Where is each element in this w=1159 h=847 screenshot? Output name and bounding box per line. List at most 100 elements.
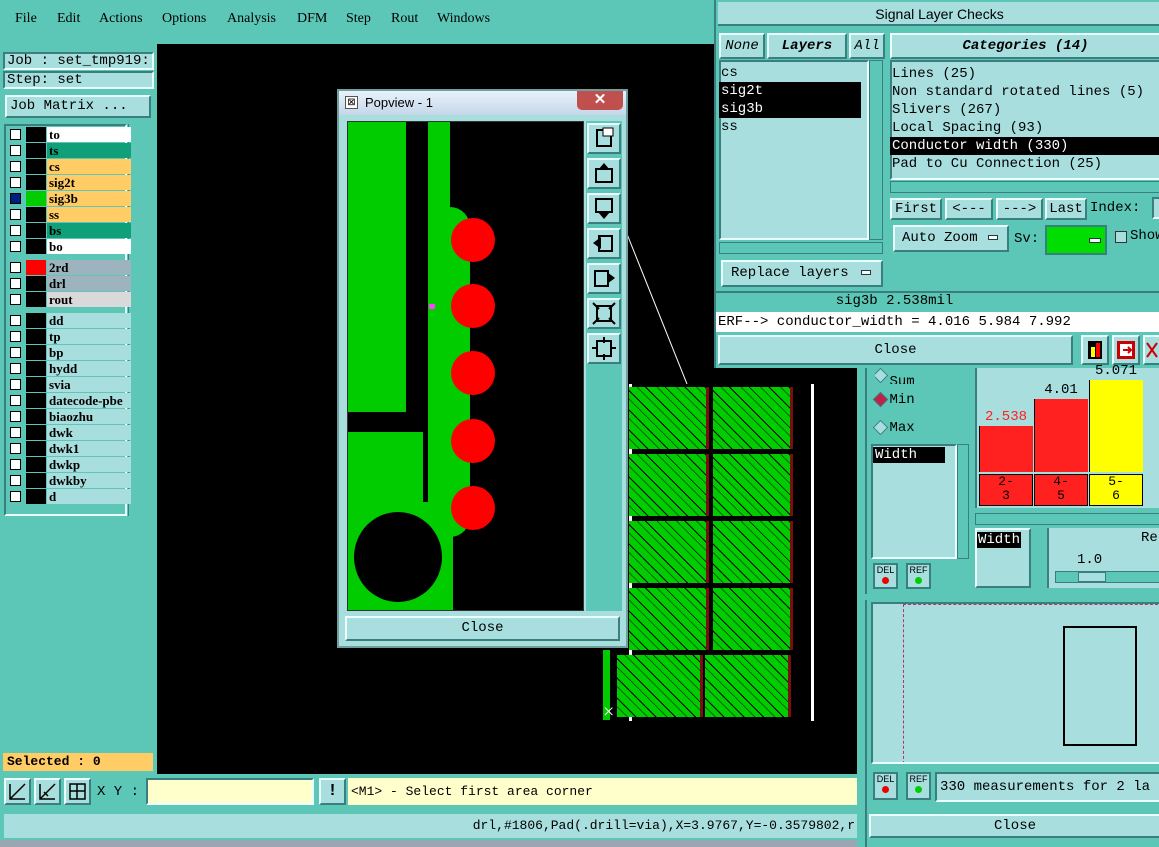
menu-dfm[interactable]: DFM — [297, 11, 327, 27]
option-min[interactable]: Min — [872, 392, 955, 410]
layer-row-tp[interactable]: tp — [8, 329, 131, 344]
pan-down-icon[interactable] — [587, 193, 621, 224]
category-item[interactable]: Pad to Cu Connection (25) — [890, 155, 1159, 173]
layer-row-dwk[interactable]: dwk — [8, 425, 131, 440]
zoom-home-icon[interactable] — [587, 123, 621, 154]
menu-options[interactable]: Options — [162, 11, 206, 27]
pan-right-icon[interactable] — [587, 263, 621, 294]
layer-checkbox[interactable] — [10, 475, 21, 486]
layer-checkbox[interactable] — [10, 443, 21, 454]
replace-layers-button[interactable]: Replace layers — [721, 260, 883, 287]
layer-row-biaozhu[interactable]: biaozhu — [8, 409, 131, 424]
width-list-item[interactable]: Width — [873, 447, 945, 463]
layer-row-ss[interactable]: ss — [8, 207, 131, 222]
export-icon[interactable] — [1112, 335, 1140, 365]
option-sum[interactable]: Sum — [875, 368, 955, 384]
menu-file[interactable]: File — [15, 11, 37, 27]
menu-edit[interactable]: Edit — [57, 11, 80, 27]
chart-icon[interactable] — [1081, 335, 1109, 365]
tab-all[interactable]: All — [849, 33, 885, 59]
histogram-bar[interactable] — [979, 426, 1033, 472]
layer-row-drl[interactable]: drl — [8, 276, 131, 291]
layers-hscrollbar[interactable] — [719, 242, 883, 254]
del-button-2[interactable]: DEL — [873, 772, 898, 800]
layer-checkbox[interactable] — [10, 363, 21, 374]
menu-step[interactable]: Step — [346, 11, 371, 27]
grid-icon[interactable] — [64, 778, 91, 805]
layer-row-ts[interactable]: ts — [8, 143, 131, 158]
layer-checkbox[interactable] — [10, 129, 21, 140]
layer-checkbox[interactable] — [10, 347, 21, 358]
first-button[interactable]: First — [890, 198, 942, 220]
layer-row-2rd[interactable]: 2rd — [8, 260, 131, 275]
zoom-out-icon[interactable] — [587, 298, 621, 329]
minimap-close-button[interactable]: Close — [869, 814, 1159, 838]
layer-checkbox[interactable] — [10, 278, 21, 289]
ref-button-2[interactable]: REF — [906, 772, 931, 800]
option-max[interactable]: Max — [872, 420, 955, 438]
job-matrix-button[interactable]: Job Matrix ... — [5, 95, 151, 118]
del-button[interactable]: DEL — [873, 563, 898, 589]
width-list-scrollbar[interactable] — [957, 444, 969, 559]
next-button[interactable]: ---> — [996, 198, 1043, 220]
layer-row-svia[interactable]: svia — [8, 377, 131, 392]
layer-row-dwkby[interactable]: dwkby — [8, 473, 131, 488]
layer-checkbox[interactable] — [10, 241, 21, 252]
category-item[interactable]: Conductor width (330) — [890, 137, 1159, 155]
index-field[interactable] — [1152, 197, 1159, 219]
layer-row-sig2t[interactable]: sig2t — [8, 175, 131, 190]
menu-windows[interactable]: Windows — [437, 11, 490, 27]
menu-actions[interactable]: Actions — [99, 11, 143, 27]
layer-checkbox[interactable] — [10, 225, 21, 236]
prev-button[interactable]: <--- — [945, 198, 993, 220]
menu-analysis[interactable]: Analysis — [227, 11, 276, 27]
width-button[interactable]: Width — [975, 528, 1031, 588]
pan-left-icon[interactable] — [587, 228, 621, 259]
layer-checkbox[interactable] — [10, 294, 21, 305]
menu-rout[interactable]: Rout — [391, 11, 418, 27]
select-mode-icon[interactable] — [4, 778, 31, 805]
layer-checkbox[interactable] — [10, 193, 21, 204]
layer-row-bp[interactable]: bp — [8, 345, 131, 360]
layer-row-d[interactable]: d — [8, 489, 131, 504]
minimap-view[interactable] — [871, 602, 1159, 764]
resolution-slider[interactable] — [1055, 571, 1159, 583]
layer-checkbox[interactable] — [10, 411, 21, 422]
zoom-in-icon[interactable] — [587, 333, 621, 364]
histogram-bar[interactable] — [1034, 399, 1088, 472]
category-item[interactable]: Non standard rotated lines (5) — [890, 83, 1159, 101]
clear-icon[interactable] — [1143, 335, 1159, 365]
layer-row-hydd[interactable]: hydd — [8, 361, 131, 376]
layer-row-rout[interactable]: rout — [8, 292, 131, 307]
layer-row-bs[interactable]: bs — [8, 223, 131, 238]
check-layer-item[interactable]: ss — [719, 118, 861, 136]
layers-scrollbar[interactable] — [869, 60, 883, 240]
category-item[interactable]: Lines (25) — [890, 65, 1159, 83]
checks-close-button[interactable]: Close — [718, 335, 1073, 365]
layer-checkbox[interactable] — [10, 459, 21, 470]
layer-checkbox[interactable] — [10, 161, 21, 172]
histogram-hscrollbar[interactable] — [975, 513, 1159, 525]
layer-checkbox[interactable] — [10, 491, 21, 502]
layer-checkbox[interactable] — [10, 379, 21, 390]
histogram-bar[interactable] — [1089, 380, 1143, 472]
categories-hscrollbar[interactable] — [890, 181, 1159, 193]
category-item[interactable]: Local Spacing (93) — [890, 119, 1159, 137]
tab-none[interactable]: None — [719, 33, 765, 59]
alert-icon[interactable]: ! — [319, 778, 346, 805]
layer-row-dwkp[interactable]: dwkp — [8, 457, 131, 472]
layer-row-bo[interactable]: bo — [8, 239, 131, 254]
layer-checkbox[interactable] — [10, 262, 21, 273]
popview-close-button[interactable]: Close — [345, 616, 620, 641]
layer-checkbox[interactable] — [10, 209, 21, 220]
measure-icon[interactable] — [34, 778, 61, 805]
pan-up-icon[interactable] — [587, 158, 621, 189]
close-icon[interactable]: ✕ — [577, 91, 623, 110]
layer-checkbox[interactable] — [10, 177, 21, 188]
sv-color-select[interactable] — [1045, 225, 1107, 255]
layer-checkbox[interactable] — [10, 395, 21, 406]
show-checkbox[interactable] — [1115, 231, 1127, 243]
last-button[interactable]: Last — [1045, 198, 1087, 220]
layer-row-datecode-pbe[interactable]: datecode-pbe — [8, 393, 131, 408]
tab-layers[interactable]: Layers — [767, 33, 847, 59]
